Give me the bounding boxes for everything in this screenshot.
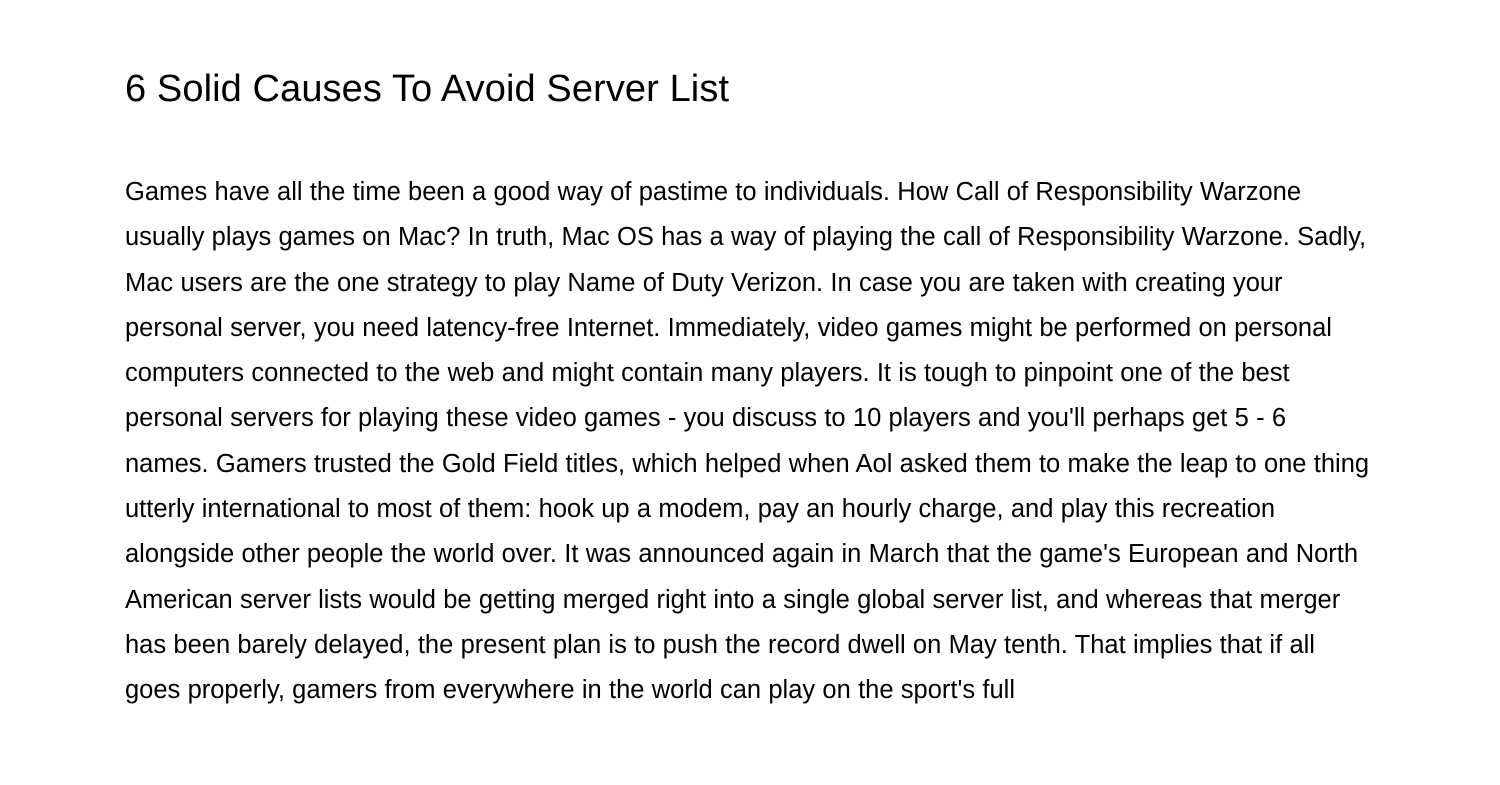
page-title: 6 Solid Causes To Avoid Server List [125,68,730,110]
document-page: 6 Solid Causes To Avoid Server List Game… [0,0,1500,785]
body-paragraph: Games have all the time been a good way … [125,178,1370,705]
